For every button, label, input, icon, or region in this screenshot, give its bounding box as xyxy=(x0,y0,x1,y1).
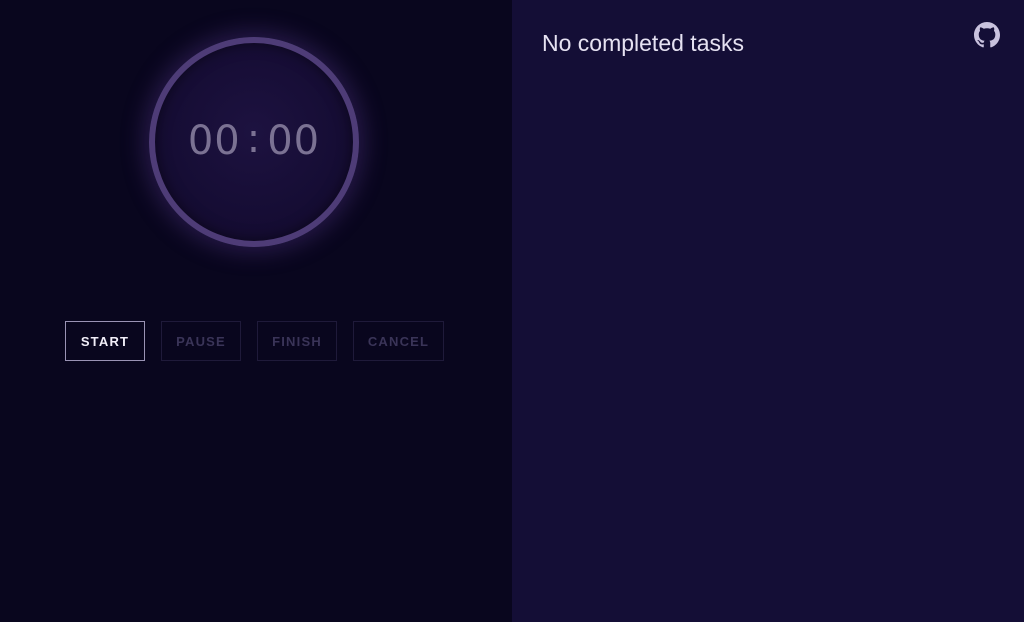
github-link[interactable] xyxy=(974,22,1000,48)
timer-separator: : xyxy=(246,116,262,162)
completed-tasks-panel: No completed tasks xyxy=(512,0,1024,622)
timer-dial: 00 : 00 xyxy=(149,37,359,247)
timer-seconds: 00 xyxy=(267,118,321,164)
timer-controls: START PAUSE FINISH CANCEL xyxy=(65,321,444,361)
timer-panel: 00 : 00 START PAUSE FINISH CANCEL xyxy=(0,0,512,622)
pause-button[interactable]: PAUSE xyxy=(161,321,241,361)
timer-minutes: 00 xyxy=(187,118,241,164)
start-button[interactable]: START xyxy=(65,321,145,361)
app-root: 00 : 00 START PAUSE FINISH CANCEL No com… xyxy=(0,0,1024,622)
finish-button[interactable]: FINISH xyxy=(257,321,337,361)
github-icon xyxy=(974,22,1000,48)
timer-readout: 00 : 00 xyxy=(187,116,321,164)
cancel-button[interactable]: CANCEL xyxy=(353,321,444,361)
empty-tasks-message: No completed tasks xyxy=(542,30,744,56)
